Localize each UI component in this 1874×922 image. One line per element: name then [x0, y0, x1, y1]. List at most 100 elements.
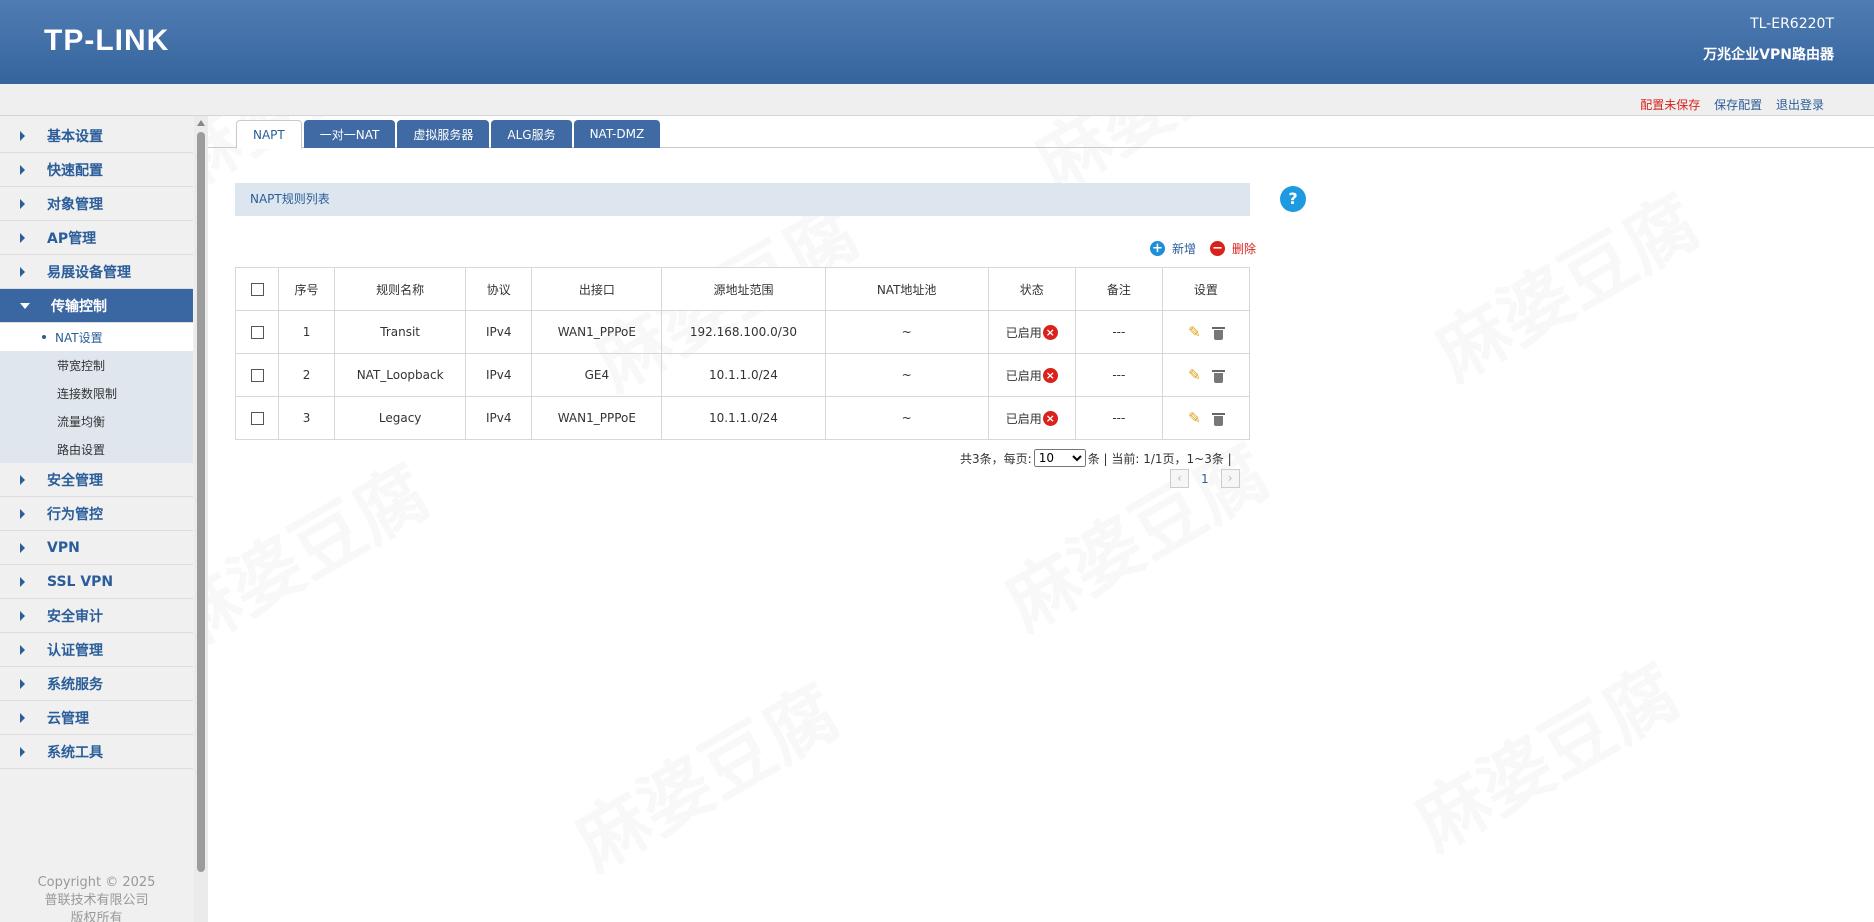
sidebar-item-objects[interactable]: 对象管理	[0, 187, 193, 221]
submenu-item-nat[interactable]: NAT设置	[0, 323, 193, 351]
edit-icon[interactable]: ✎	[1188, 366, 1201, 384]
tab-one-to-one-nat[interactable]: 一对一NAT	[303, 120, 396, 148]
cell-interface: GE4	[531, 353, 663, 397]
logout-link[interactable]: 退出登录	[1776, 98, 1824, 112]
page-number[interactable]: 1	[1201, 472, 1209, 486]
caret-right-icon	[20, 198, 25, 209]
sidebar-item-label: 行为管控	[47, 506, 103, 523]
cell-protocol: IPv4	[465, 353, 533, 397]
select-all-checkbox[interactable]	[250, 283, 264, 296]
sidebar-item-ap[interactable]: AP管理	[0, 221, 193, 255]
sidebar-item-security[interactable]: 安全管理	[0, 463, 193, 497]
cell-note: ---	[1074, 310, 1163, 354]
row-checkbox[interactable]	[250, 412, 264, 425]
sidebar-item-system-tools[interactable]: 系统工具	[0, 735, 193, 769]
submenu-item-load-balance[interactable]: 流量均衡	[0, 407, 193, 435]
sidebar-scrollbar[interactable]	[194, 116, 208, 922]
cell-source: 10.1.1.0/24	[661, 396, 826, 440]
submenu-item-bandwidth[interactable]: 带宽控制	[0, 351, 193, 379]
sidebar-item-label: SSL VPN	[47, 573, 114, 590]
delete-button[interactable]: − 删除	[1210, 240, 1256, 257]
device-model: TL-ER6220T	[1750, 16, 1834, 32]
trash-icon[interactable]	[1211, 327, 1225, 340]
cell-id: 2	[278, 353, 336, 397]
edit-icon[interactable]: ✎	[1188, 323, 1201, 341]
next-page-button[interactable]: ›	[1220, 469, 1240, 488]
cell-name: Transit	[334, 310, 467, 354]
disable-icon[interactable]: ×	[1042, 410, 1058, 426]
sidebar-item-audit[interactable]: 安全审计	[0, 599, 193, 633]
edit-icon[interactable]: ✎	[1188, 409, 1201, 427]
tab-nat-dmz[interactable]: NAT-DMZ	[573, 120, 661, 148]
sidebar-menu: 基本设置 快速配置 对象管理 AP管理 易展设备管理 传输控制 NAT设置 带宽…	[0, 119, 193, 769]
transmission-submenu: NAT设置 带宽控制 连接数限制 流量均衡 路由设置	[0, 323, 193, 463]
submenu-item-routing[interactable]: 路由设置	[0, 435, 193, 463]
row-checkbox[interactable]	[250, 369, 264, 382]
tab-bar: NAPT 一对一NAT 虚拟服务器 ALG服务 NAT-DMZ	[208, 116, 1874, 149]
prev-page-button[interactable]: ‹	[1170, 469, 1189, 488]
caret-right-icon	[20, 644, 25, 655]
sidebar-item-system-service[interactable]: 系统服务	[0, 667, 193, 701]
sidebar-item-ssl-vpn[interactable]: SSL VPN	[0, 565, 193, 599]
caret-right-icon	[20, 576, 25, 587]
copyright-rights: 版权所有	[70, 911, 123, 922]
submenu-item-label: 流量均衡	[57, 414, 106, 429]
scroll-up-icon[interactable]	[197, 120, 205, 126]
tab-virtual-server[interactable]: 虚拟服务器	[397, 120, 490, 148]
caret-right-icon	[20, 164, 25, 175]
status-text: 已启用	[1005, 411, 1042, 426]
sidebar-item-label: 快速配置	[47, 162, 103, 179]
sidebar-item-quick-config[interactable]: 快速配置	[0, 153, 193, 187]
add-button[interactable]: + 新增	[1150, 240, 1196, 257]
sidebar-item-vpn[interactable]: VPN	[0, 531, 193, 565]
sidebar-item-basic[interactable]: 基本设置	[0, 119, 193, 153]
cell-status: 已启用 ×	[987, 310, 1076, 354]
brand-logo: TP-LINK	[44, 24, 170, 57]
config-unsaved-link[interactable]: 配置未保存	[1640, 98, 1700, 112]
copyright: Copyright © 2025 普联技术有限公司 版权所有	[0, 874, 193, 922]
col-interface: 出接口	[531, 267, 663, 311]
col-settings: 设置	[1161, 267, 1251, 311]
sidebar-item-auth[interactable]: 认证管理	[0, 633, 193, 667]
help-icon[interactable]: ?	[1280, 186, 1306, 212]
cell-status: 已启用 ×	[987, 353, 1076, 397]
sidebar-item-easy-device[interactable]: 易展设备管理	[0, 255, 193, 289]
caret-right-icon	[20, 266, 25, 277]
col-name: 规则名称	[334, 267, 467, 311]
disable-icon[interactable]: ×	[1042, 324, 1058, 340]
top-links: 配置未保存 保存配置 退出登录	[1630, 96, 1824, 113]
cell-settings: ✎	[1161, 310, 1251, 354]
scroll-thumb[interactable]	[197, 132, 205, 872]
caret-right-icon	[20, 712, 25, 723]
cell-source: 192.168.100.0/30	[661, 310, 826, 354]
table-row: 1 Transit IPv4 WAN1_PPPoE 192.168.100.0/…	[234, 310, 1251, 354]
row-select	[234, 353, 280, 397]
sidebar-item-label: 系统工具	[47, 744, 103, 761]
submenu-item-label: 带宽控制	[57, 358, 106, 373]
caret-right-icon	[20, 130, 25, 141]
sidebar-item-label: 安全审计	[47, 608, 103, 625]
trash-icon[interactable]	[1211, 370, 1225, 383]
submenu-item-conn-limit[interactable]: 连接数限制	[0, 379, 193, 407]
tab-napt[interactable]: NAPT	[236, 120, 302, 149]
select-all-header	[234, 267, 280, 311]
disable-icon[interactable]: ×	[1042, 367, 1058, 383]
app-header: TP-LINK TL-ER6220T 万兆企业VPN路由器	[0, 0, 1874, 84]
cell-status: 已启用 ×	[987, 396, 1076, 440]
col-source: 源地址范围	[661, 267, 826, 311]
cell-source: 10.1.1.0/24	[661, 353, 826, 397]
row-checkbox[interactable]	[250, 326, 264, 339]
pagination-info: 共3条，每页: 10 条 | 当前: 1/1页，1~3条 |	[960, 449, 1232, 467]
col-protocol: 协议	[465, 267, 533, 311]
cell-settings: ✎	[1161, 353, 1251, 397]
sidebar-item-transmission[interactable]: 传输控制	[0, 289, 193, 323]
trash-icon[interactable]	[1211, 413, 1225, 426]
tab-alg[interactable]: ALG服务	[491, 120, 572, 148]
caret-right-icon	[20, 678, 25, 689]
sidebar-item-behavior[interactable]: 行为管控	[0, 497, 193, 531]
save-config-link[interactable]: 保存配置	[1714, 98, 1762, 112]
status-text: 已启用	[1005, 368, 1042, 383]
table-actions: + 新增 − 删除	[1136, 240, 1256, 257]
per-page-select[interactable]: 10	[1033, 449, 1086, 467]
sidebar-item-cloud[interactable]: 云管理	[0, 701, 193, 735]
